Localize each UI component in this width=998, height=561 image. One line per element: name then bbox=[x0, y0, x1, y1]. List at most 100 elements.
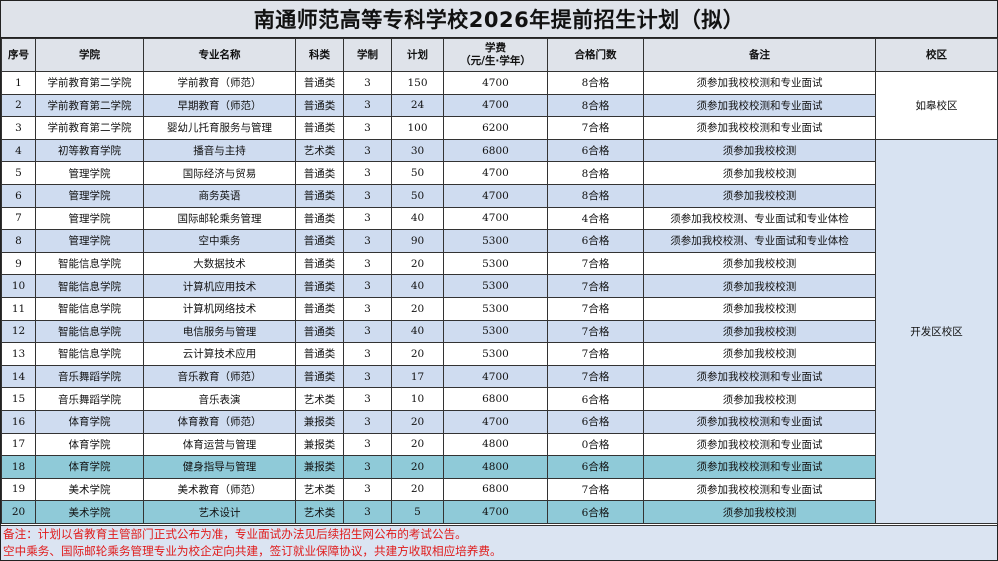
cell-category: 艺术类 bbox=[295, 500, 344, 524]
cell-fee: 6800 bbox=[443, 477, 548, 502]
cell-category: 兼报类 bbox=[295, 409, 344, 434]
cell-remark: 须参加我校校测和专业面试 bbox=[643, 455, 876, 479]
table-row: 2 学前教育第二学院 早期教育（师范） 普通类 3 24 4700 8合格 须参加我校校测和专业… bbox=[1, 93, 998, 118]
table-row: 15 音乐舞蹈学院 音乐表演 艺术类 3 10 6800 6合格 须参加我校校测 bbox=[1, 387, 998, 411]
cell-seq: 2 bbox=[1, 93, 36, 118]
cell-category: 普通类 bbox=[295, 229, 344, 253]
cell-plan: 50 bbox=[391, 161, 444, 185]
table-row: 10 智能信息学院 计算机应用技术 普通类 3 40 5300 7合格 须参加我校校测 bbox=[1, 274, 998, 298]
cell-pass: 8合格 bbox=[547, 183, 644, 208]
cell-category: 普通类 bbox=[295, 93, 344, 118]
cell-seq: 3 bbox=[1, 116, 36, 140]
cell-major: 商务英语 bbox=[143, 183, 296, 208]
cell-college: 初等教育学院 bbox=[35, 138, 144, 163]
cell-pass: 7合格 bbox=[547, 251, 644, 276]
cell-college: 美术学院 bbox=[35, 477, 144, 502]
cell-remark: 须参加我校校测 bbox=[643, 319, 876, 344]
cell-pass: 7合格 bbox=[547, 342, 644, 366]
cell-remark: 须参加我校校测 bbox=[643, 183, 876, 208]
cell-pass: 7合格 bbox=[547, 364, 644, 389]
header-campus: 校区 bbox=[875, 38, 998, 72]
cell-category: 普通类 bbox=[295, 296, 344, 321]
cell-college: 智能信息学院 bbox=[35, 319, 144, 344]
cell-pass: 4合格 bbox=[547, 206, 644, 231]
cell-years: 3 bbox=[343, 409, 392, 434]
header-fee-line1: 学费 bbox=[485, 42, 506, 54]
table-row: 20 美术学院 艺术设计 艺术类 3 5 4700 6合格 须参加我校校测 bbox=[1, 500, 998, 524]
cell-category: 普通类 bbox=[295, 161, 344, 185]
cell-years: 3 bbox=[343, 455, 392, 479]
cell-seq: 1 bbox=[1, 71, 36, 95]
cell-remark: 须参加我校校测 bbox=[643, 274, 876, 298]
cell-remark: 须参加我校校测和专业面试 bbox=[643, 432, 876, 457]
cell-plan: 20 bbox=[391, 409, 444, 434]
note-line-1: 备注：计划以省教育主管部门正式公布为准，专业面试办法见后续招生网公布的考试公告。 bbox=[3, 527, 467, 541]
cell-plan: 20 bbox=[391, 455, 444, 479]
cell-major: 音乐表演 bbox=[143, 387, 296, 411]
cell-college: 学前教育第二学院 bbox=[35, 71, 144, 95]
cell-category: 普通类 bbox=[295, 274, 344, 298]
cell-seq: 9 bbox=[1, 251, 36, 276]
cell-remark: 须参加我校校测、专业面试和专业体检 bbox=[643, 229, 876, 253]
cell-major: 婴幼儿托育服务与管理 bbox=[143, 116, 296, 140]
table-row: 5 管理学院 国际经济与贸易 普通类 3 50 4700 8合格 须参加我校校测 bbox=[1, 161, 998, 185]
cell-years: 3 bbox=[343, 477, 392, 502]
cell-seq: 6 bbox=[1, 183, 36, 208]
cell-years: 3 bbox=[343, 138, 392, 163]
cell-plan: 40 bbox=[391, 274, 444, 298]
cell-plan: 100 bbox=[391, 116, 444, 140]
cell-remark: 须参加我校校测和专业面试 bbox=[643, 116, 876, 140]
cell-plan: 20 bbox=[391, 342, 444, 366]
cell-remark: 须参加我校校测和专业面试 bbox=[643, 477, 876, 502]
cell-plan: 30 bbox=[391, 138, 444, 163]
cell-major: 播音与主持 bbox=[143, 138, 296, 163]
cell-seq: 16 bbox=[1, 409, 36, 434]
cell-college: 管理学院 bbox=[35, 161, 144, 185]
cell-years: 3 bbox=[343, 229, 392, 253]
cell-fee: 5300 bbox=[443, 229, 548, 253]
cell-plan: 10 bbox=[391, 387, 444, 411]
header-category: 科类 bbox=[295, 38, 344, 72]
table-row: 3 学前教育第二学院 婴幼儿托育服务与管理 普通类 3 100 6200 7合格 须参加我校校测… bbox=[1, 116, 998, 140]
cell-remark: 须参加我校校测和专业面试 bbox=[643, 71, 876, 95]
campus-rugao: 如皋校区 bbox=[875, 71, 998, 140]
cell-remark: 须参加我校校测和专业面试 bbox=[643, 93, 876, 118]
header-plan: 计划 bbox=[391, 38, 444, 72]
cell-plan: 5 bbox=[391, 500, 444, 524]
cell-category: 普通类 bbox=[295, 183, 344, 208]
cell-major: 学前教育（师范） bbox=[143, 71, 296, 95]
plan-table-body: 1 学前教育第二学院 学前教育（师范） 普通类 3 150 4700 8合格 须参加我校校测和专… bbox=[1, 71, 998, 524]
cell-remark: 须参加我校校测 bbox=[643, 251, 876, 276]
cell-fee: 5300 bbox=[443, 274, 548, 298]
cell-years: 3 bbox=[343, 183, 392, 208]
cell-major: 电信服务与管理 bbox=[143, 319, 296, 344]
cell-years: 3 bbox=[343, 319, 392, 344]
table-row: 19 美术学院 美术教育（师范） 艺术类 3 20 6800 7合格 须参加我校校测和专业面试 bbox=[1, 477, 998, 502]
notes-box: 备注：计划以省教育主管部门正式公布为准，专业面试办法见后续招生网公布的考试公告。… bbox=[1, 525, 997, 560]
cell-major: 体育运营与管理 bbox=[143, 432, 296, 457]
cell-pass: 7合格 bbox=[547, 477, 644, 502]
cell-seq: 19 bbox=[1, 477, 36, 502]
cell-seq: 4 bbox=[1, 138, 36, 163]
cell-college: 音乐舞蹈学院 bbox=[35, 364, 144, 389]
cell-fee: 5300 bbox=[443, 296, 548, 321]
table-row: 13 智能信息学院 云计算技术应用 普通类 3 20 5300 7合格 须参加我校校测 bbox=[1, 342, 998, 366]
cell-years: 3 bbox=[343, 432, 392, 457]
header-pass: 合格门数 bbox=[547, 38, 644, 72]
cell-major: 计算机网络技术 bbox=[143, 296, 296, 321]
cell-fee: 6200 bbox=[443, 116, 548, 140]
cell-fee: 5300 bbox=[443, 319, 548, 344]
cell-major: 计算机应用技术 bbox=[143, 274, 296, 298]
cell-fee: 4700 bbox=[443, 364, 548, 389]
cell-pass: 6合格 bbox=[547, 229, 644, 253]
cell-years: 3 bbox=[343, 274, 392, 298]
cell-plan: 150 bbox=[391, 71, 444, 95]
cell-major: 艺术设计 bbox=[143, 500, 296, 524]
cell-fee: 4800 bbox=[443, 455, 548, 479]
cell-seq: 10 bbox=[1, 274, 36, 298]
cell-pass: 6合格 bbox=[547, 138, 644, 163]
header-fee: 学费 （元/生·学年） bbox=[443, 38, 548, 72]
cell-remark: 须参加我校校测 bbox=[643, 500, 876, 524]
cell-major: 国际经济与贸易 bbox=[143, 161, 296, 185]
cell-plan: 20 bbox=[391, 432, 444, 457]
